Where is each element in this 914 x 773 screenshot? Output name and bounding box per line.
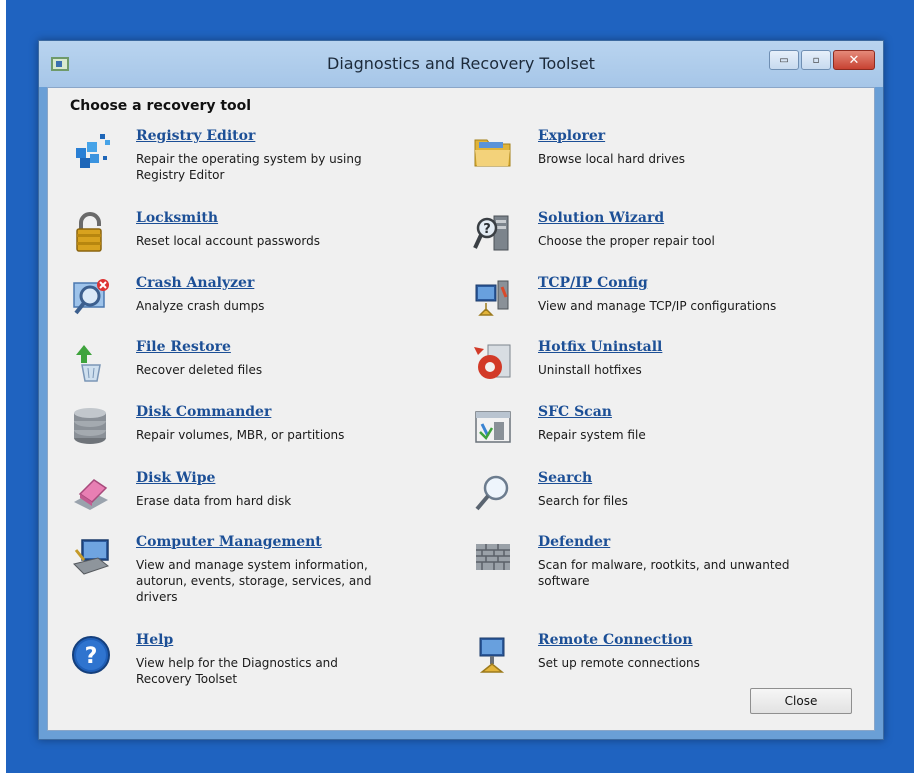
network-config-icon	[475, 280, 509, 316]
title-bar[interactable]: Diagnostics and Recovery Toolset ▭ ▫ ✕	[39, 41, 883, 87]
window-close-button[interactable]: ✕	[833, 50, 875, 70]
registry-editor-description: Repair the operating system by using Reg…	[136, 152, 362, 182]
defender-link[interactable]: Defender	[538, 534, 610, 550]
help-link[interactable]: Help	[136, 632, 173, 648]
registry-editor-link[interactable]: Registry Editor	[136, 128, 255, 144]
folder-icon	[474, 139, 511, 167]
locksmith-description: Reset local account passwords	[136, 234, 320, 248]
disk-stack-icon	[74, 408, 106, 444]
svg-text:?: ?	[85, 644, 98, 669]
sfc-icon	[475, 411, 511, 443]
remote-computer-icon	[479, 637, 505, 673]
tcpip-config-link[interactable]: TCP/IP Config	[538, 275, 648, 291]
defender-description: Scan for malware, rootkits, and unwanted…	[538, 558, 790, 588]
svg-text:?: ?	[483, 222, 491, 237]
sfc-scan-description: Repair system file	[538, 428, 646, 442]
page-title: Choose a recovery tool	[70, 98, 252, 114]
help-description: View help for the Diagnostics and Recove…	[136, 656, 338, 686]
minimize-icon: ▭	[779, 54, 789, 66]
disk-commander-link[interactable]: Disk Commander	[136, 404, 271, 420]
maximize-icon: ▫	[812, 54, 820, 66]
padlock-icon	[76, 212, 102, 252]
locksmith-link[interactable]: Locksmith	[136, 210, 218, 226]
file-restore-description: Recover deleted files	[136, 363, 263, 377]
search-link[interactable]: Search	[538, 470, 592, 486]
search-icon	[475, 475, 509, 511]
tcpip-config-description: View and manage TCP/IP configurations	[538, 299, 777, 313]
sfc-scan-link[interactable]: SFC Scan	[538, 404, 612, 420]
dart-window: Diagnostics and Recovery Toolset ▭ ▫ ✕ C…	[38, 40, 884, 740]
disk-wipe-description: Erase data from hard disk	[136, 494, 292, 508]
remote-connection-description: Set up remote connections	[538, 656, 700, 670]
solution-wizard-link[interactable]: Solution Wizard	[538, 210, 664, 226]
computer-management-link[interactable]: Computer Management	[136, 534, 322, 550]
remote-connection-link[interactable]: Remote Connection	[538, 632, 693, 648]
crash-analyzer-description: Analyze crash dumps	[136, 299, 265, 313]
close-icon: ✕	[848, 52, 860, 68]
disk-commander-description: Repair volumes, MBR, or partitions	[136, 428, 345, 442]
file-restore-link[interactable]: File Restore	[136, 339, 231, 355]
hotfix-uninstall-link[interactable]: Hotfix Uninstall	[538, 339, 662, 355]
help-icon: ?	[72, 636, 110, 674]
explorer-description: Browse local hard drives	[538, 152, 686, 166]
registry-icon	[76, 134, 110, 168]
minimize-button[interactable]: ▭	[769, 50, 799, 70]
tool-panel: Choose a recovery tool Registry Editor R…	[47, 87, 875, 731]
recycle-restore-icon	[76, 345, 101, 382]
computer-management-description: View and manage system information, auto…	[136, 558, 372, 604]
window-title: Diagnostics and Recovery Toolset	[327, 54, 595, 73]
crash-analyzer-link[interactable]: Crash Analyzer	[136, 275, 254, 291]
computer-management-icon	[73, 539, 110, 575]
close-button[interactable]: Close	[750, 688, 852, 714]
maximize-button[interactable]: ▫	[801, 50, 831, 70]
wall-icon	[476, 544, 510, 570]
disk-wipe-link[interactable]: Disk Wipe	[136, 470, 215, 486]
search-description: Search for files	[538, 494, 628, 508]
wizard-icon: ?	[473, 215, 509, 251]
hotfix-icon	[474, 344, 511, 379]
crash-magnifier-icon	[73, 279, 109, 315]
explorer-link[interactable]: Explorer	[538, 128, 605, 144]
eraser-icon	[74, 479, 108, 510]
solution-wizard-description: Choose the proper repair tool	[538, 234, 715, 248]
hotfix-uninstall-description: Uninstall hotfixes	[538, 363, 642, 377]
